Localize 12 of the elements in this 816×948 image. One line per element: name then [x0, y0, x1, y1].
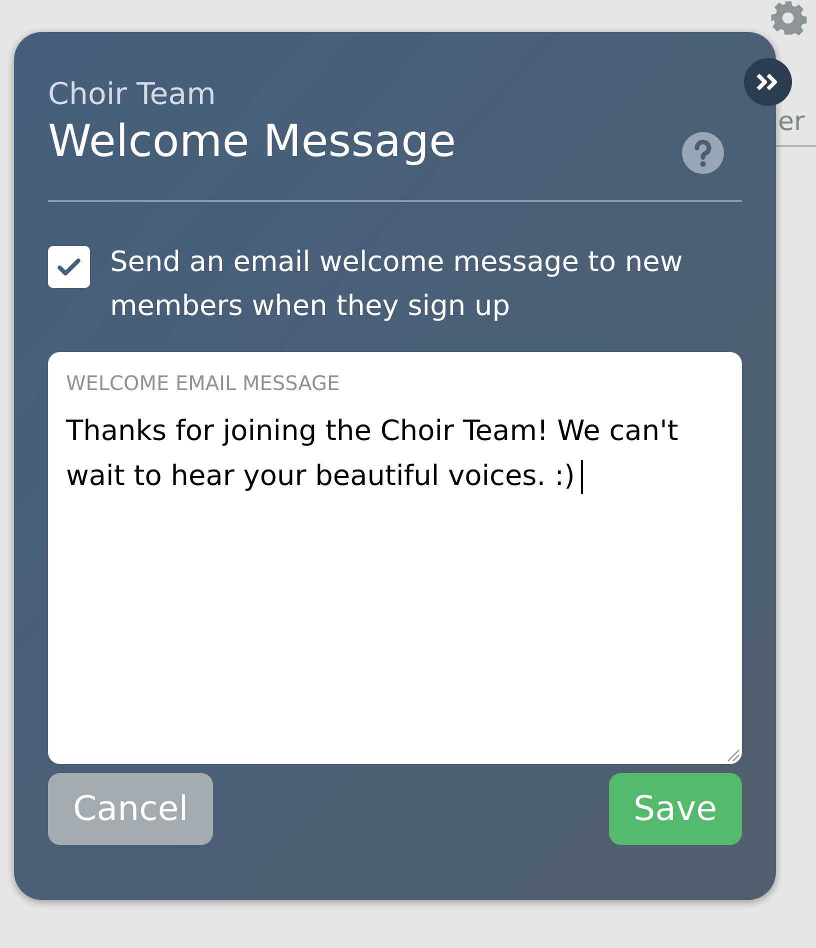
field-label: WELCOME EMAIL MESSAGE — [66, 370, 341, 396]
help-icon[interactable] — [682, 132, 724, 174]
checkbox[interactable] — [48, 246, 90, 288]
background-label: er — [778, 108, 805, 136]
message-field[interactable]: WELCOME EMAIL MESSAGE Thanks for joining the Choir Team! We can't wait to hear your beautiful voices. :) — [48, 352, 742, 764]
dialog-title: Welcome Message — [48, 115, 456, 169]
resize-handle-icon[interactable] — [726, 748, 740, 762]
checkbox-label: Send an email welcome message to new members when they sign up — [110, 244, 684, 324]
dialog-subtitle: Choir Team — [48, 76, 217, 114]
save-button[interactable]: Save — [608, 773, 742, 845]
field-value: Thanks for joining the Choir Team! We can't wait to hear your beautiful voices. :) — [66, 408, 724, 498]
cancel-button[interactable]: Cancel — [48, 773, 214, 845]
